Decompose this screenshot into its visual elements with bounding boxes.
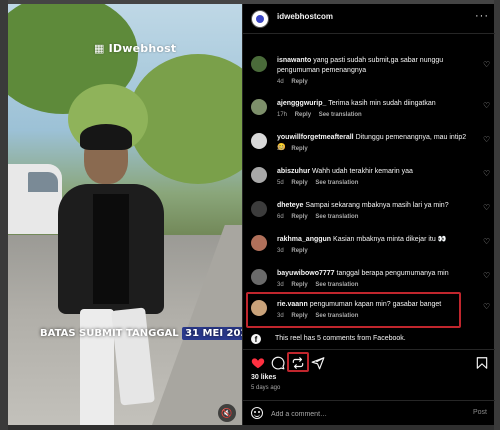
comment-meta: 6d Reply See translation [277, 214, 358, 220]
person-shirt [93, 194, 129, 304]
comment-text: Sampai sekarang mbaknya masih lari ya mi… [305, 202, 449, 209]
comment-time: 5d [277, 180, 284, 186]
comments-list[interactable]: isnawanto yang pasti sudah submit,ga sab… [243, 34, 495, 328]
reply-button[interactable]: Reply [295, 112, 311, 118]
comment-time: 3d [277, 146, 284, 152]
caption-prefix: BATAS SUBMIT TANGGAL [40, 328, 183, 339]
post-header: idwebhostcom ··· [243, 4, 495, 34]
comment-time: 4d [277, 79, 284, 85]
comment-text: tanggal berapa pengumumanya min [336, 270, 449, 277]
commenter-username[interactable]: isnawanto [277, 57, 311, 64]
commenter-username[interactable]: dheteye [277, 202, 303, 209]
comment-meta: 17h Reply See translation [277, 112, 362, 118]
comment-time: 3d [277, 282, 284, 288]
reel-video[interactable]: ▦ IDwebhost BATAS SUBMIT TANGGAL 31 MEI … [8, 4, 242, 425]
comment-body: dheteye Sampai sekarang mbaknya masih la… [277, 201, 473, 211]
car-window [28, 172, 58, 192]
more-options-button[interactable]: ··· [475, 10, 489, 22]
mute-button[interactable]: 🔇 [218, 404, 236, 422]
comment-meta: 3d Reply [277, 146, 308, 152]
like-comment-heart-icon[interactable]: ♡ [483, 203, 490, 212]
comment-text: Wahh udah terakhir kemarin yaa [312, 168, 413, 175]
like-comment-heart-icon[interactable]: ♡ [483, 60, 490, 69]
comment-body: rakhma_anggun Kasian mbaknya minta dikej… [277, 235, 473, 245]
commenter-avatar[interactable] [251, 201, 267, 217]
facebook-icon: f [251, 334, 261, 344]
comment-text: Terima kasih min sudah diingatkan [328, 100, 436, 107]
comment-body: isnawanto yang pasti sudah submit,ga sab… [277, 56, 473, 76]
commenter-username[interactable]: ajengggwurip_ [277, 100, 326, 107]
comment-time: 6d [277, 214, 284, 220]
commenter-username[interactable]: abiszuhur [277, 168, 310, 175]
save-button[interactable] [475, 356, 489, 370]
reply-button[interactable]: Reply [291, 248, 307, 254]
commenter-avatar[interactable] [251, 235, 267, 251]
account-avatar[interactable] [251, 10, 269, 28]
comment-meta: 4d Reply [277, 79, 308, 85]
commenter-avatar[interactable] [251, 56, 267, 72]
comment-time: 3d [277, 248, 284, 254]
like-comment-heart-icon[interactable]: ♡ [483, 169, 490, 178]
see-translation-button[interactable]: See translation [315, 282, 358, 288]
like-comment-heart-icon[interactable]: ♡ [483, 135, 490, 144]
post-button[interactable]: Post [473, 409, 487, 416]
facebook-note-text: This reel has 5 comments from Facebook. [275, 335, 406, 342]
highlight-annotation-box [287, 352, 309, 372]
reply-button[interactable]: Reply [291, 79, 307, 85]
speaker-muted-icon: 🔇 [221, 407, 233, 418]
comment-button[interactable] [271, 356, 285, 370]
reply-button[interactable]: Reply [291, 282, 307, 288]
like-comment-heart-icon[interactable]: ♡ [483, 271, 490, 280]
see-translation-button[interactable]: See translation [319, 112, 362, 118]
comment-meta: 3d Reply See translation [277, 282, 358, 288]
commenter-username[interactable]: rakhma_anggun [277, 236, 331, 243]
comment-bubble-icon [271, 356, 285, 370]
reply-button[interactable]: Reply [291, 180, 307, 186]
like-button[interactable] [251, 356, 265, 370]
like-comment-heart-icon[interactable]: ♡ [483, 237, 490, 246]
paper-plane-icon [311, 357, 325, 370]
caption-highlight: 31 MEI 2026 [182, 327, 242, 340]
commenter-avatar[interactable] [251, 133, 267, 149]
commenter-username[interactable]: bayuwibowo7777 [277, 270, 335, 277]
like-comment-heart-icon[interactable]: ♡ [483, 101, 490, 110]
comment-meta: 3d Reply [277, 248, 308, 254]
commenter-username[interactable]: youwillforgetmeafterall [277, 134, 354, 141]
heart-filled-icon [251, 358, 265, 369]
highlight-annotation-box [246, 292, 461, 328]
bookmark-icon [476, 357, 488, 369]
commenter-avatar[interactable] [251, 167, 267, 183]
add-comment-bar: Post [243, 400, 495, 425]
reply-button[interactable]: Reply [291, 146, 307, 152]
see-translation-button[interactable]: See translation [315, 214, 358, 220]
commenter-avatar[interactable] [251, 269, 267, 285]
post-time: 5 days ago [251, 385, 281, 391]
action-bar [243, 349, 495, 372]
comment-input[interactable] [271, 407, 451, 421]
person-pants [80, 309, 114, 425]
commenter-avatar[interactable] [251, 99, 267, 115]
like-comment-heart-icon[interactable]: ♡ [483, 302, 490, 311]
watermark-icon: ▦ [94, 42, 109, 55]
comment-text: Kasian mbaknya minta dikejar itu 👀 [333, 236, 447, 243]
comment-body: ajengggwurip_ Terima kasih min sudah dii… [277, 99, 473, 109]
watermark-logo: ▦ IDwebhost [94, 42, 176, 55]
facebook-comments-note[interactable]: f This reel has 5 comments from Facebook… [251, 334, 491, 346]
see-translation-button[interactable]: See translation [315, 180, 358, 186]
person-hair [80, 124, 132, 150]
reply-button[interactable]: Reply [291, 214, 307, 220]
likes-count[interactable]: 30 likes [251, 374, 276, 381]
account-username[interactable]: idwebhostcom [277, 12, 333, 21]
emoji-icon[interactable] [251, 407, 263, 419]
share-button[interactable] [311, 356, 325, 370]
comment-body: abiszuhur Wahh udah terakhir kemarin yaa [277, 167, 473, 177]
watermark-text: IDwebhost [108, 42, 177, 55]
comment-meta: 5d Reply See translation [277, 180, 358, 186]
comment-time: 17h [277, 112, 288, 118]
post-panel: idwebhostcom ··· isnawanto yang pasti su… [242, 4, 495, 425]
video-caption: BATAS SUBMIT TANGGAL 31 MEI 2026 [40, 327, 242, 340]
comment-body: bayuwibowo7777 tanggal berapa pengumuman… [277, 269, 473, 279]
